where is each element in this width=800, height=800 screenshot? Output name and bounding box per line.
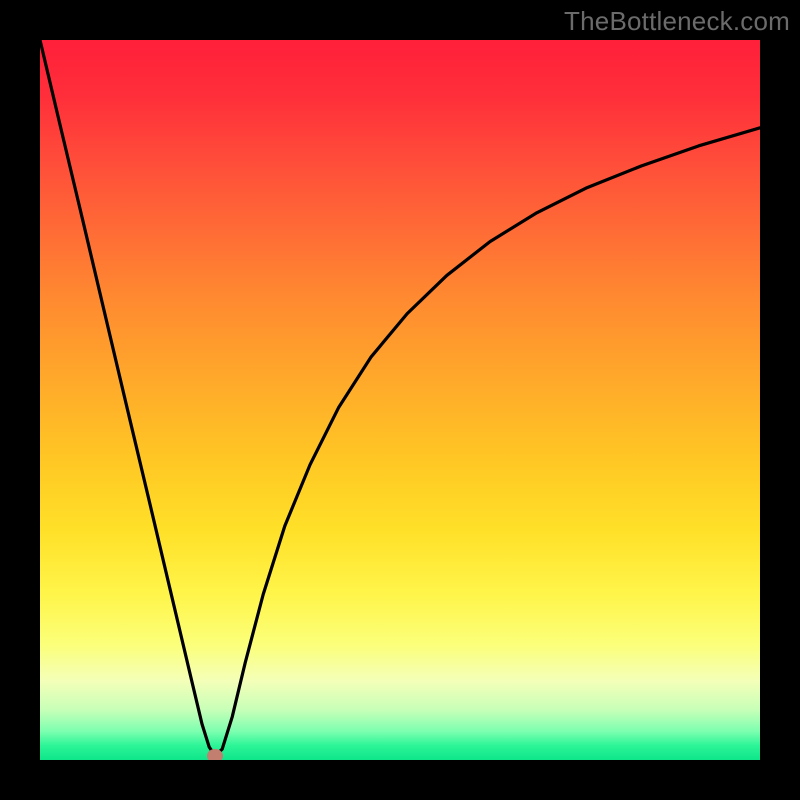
minimum-marker	[207, 749, 223, 760]
bottleneck-curve	[40, 40, 760, 756]
chart-stage: TheBottleneck.com	[0, 0, 800, 800]
watermark: TheBottleneck.com	[564, 6, 790, 37]
curve-svg	[40, 40, 760, 760]
plot-area	[40, 40, 760, 760]
